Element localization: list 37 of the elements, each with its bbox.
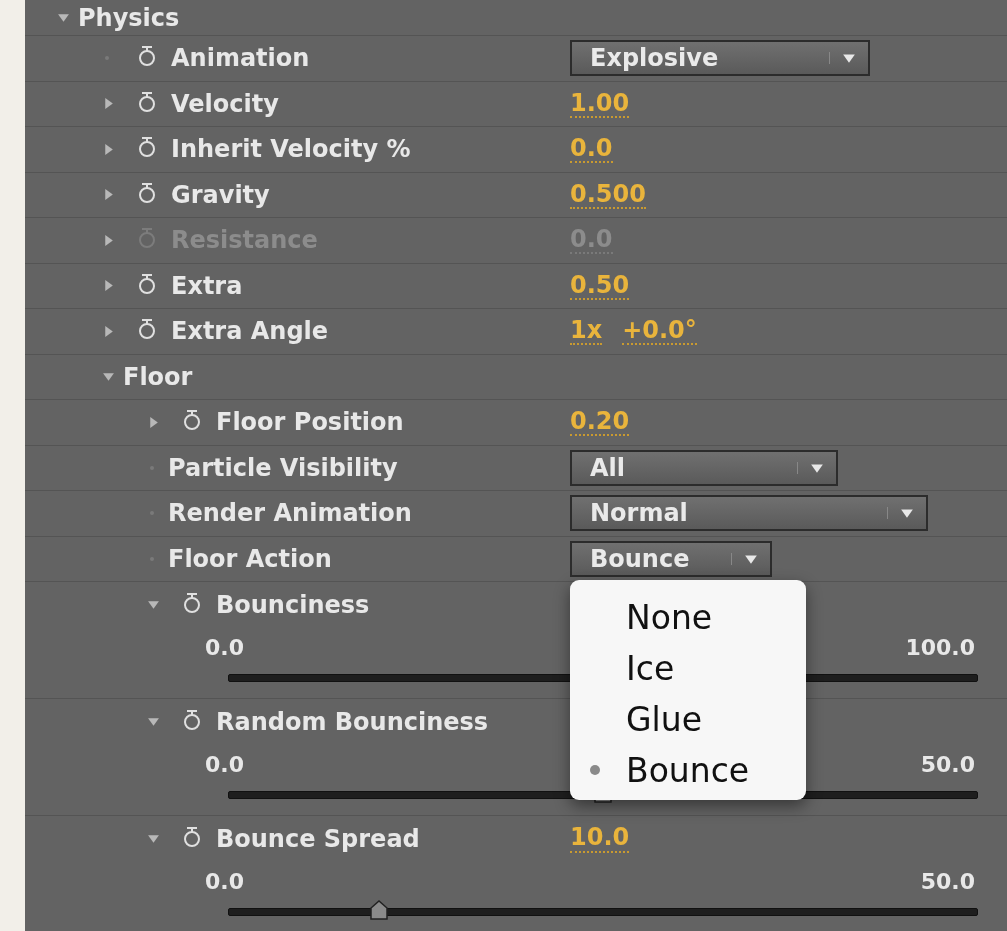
menu-item[interactable]: Ice	[626, 648, 675, 688]
property-label: Floor Action	[168, 544, 332, 573]
property-label: Gravity	[171, 180, 270, 209]
slider-min-label: 0.0	[205, 752, 244, 777]
slider-min-label: 0.0	[205, 635, 244, 660]
value-field[interactable]: 1.00	[570, 89, 630, 118]
value-field[interactable]: 10.0	[570, 824, 630, 853]
property-label: Render Animation	[168, 499, 412, 528]
property-label: Velocity	[171, 89, 279, 118]
dropdown[interactable]: All	[570, 449, 838, 486]
slider-min-label: 0.0	[205, 869, 244, 894]
dropdown[interactable]: Bounce	[570, 540, 772, 577]
property-label: Particle Visibility	[168, 453, 398, 482]
value-field[interactable]: 0.20	[570, 408, 630, 437]
property-label: Floor Position	[216, 408, 404, 437]
property-label: Extra	[171, 271, 243, 300]
slider-max-label: 100.0	[905, 635, 975, 660]
value-field[interactable]: 0.50	[570, 271, 630, 300]
dropdown[interactable]: Normal	[570, 495, 928, 532]
slider-max-label: 50.0	[920, 752, 975, 777]
value-field[interactable]: +0.0°	[622, 317, 697, 346]
dropdown[interactable]: Explosive	[570, 40, 870, 77]
property-label: Animation	[171, 44, 310, 73]
menu-item[interactable]: Bounce	[626, 750, 750, 790]
property-label: Floor	[123, 362, 193, 391]
value-field[interactable]: 0.0	[570, 135, 613, 164]
property-label: Random Bounciness	[216, 707, 489, 736]
menu-item[interactable]: None	[626, 597, 713, 637]
value-field[interactable]: 1x	[570, 317, 603, 346]
property-label: Extra Angle	[171, 317, 329, 346]
section-title: Physics	[78, 3, 180, 32]
property-label: Bounciness	[216, 590, 370, 619]
property-label: Inherit Velocity %	[171, 135, 411, 164]
slider-max-label: 50.0	[920, 869, 975, 894]
menu-item[interactable]: Glue	[626, 699, 702, 739]
value-field[interactable]: 0.500	[570, 180, 646, 209]
property-label: Bounce Spread	[216, 824, 420, 853]
